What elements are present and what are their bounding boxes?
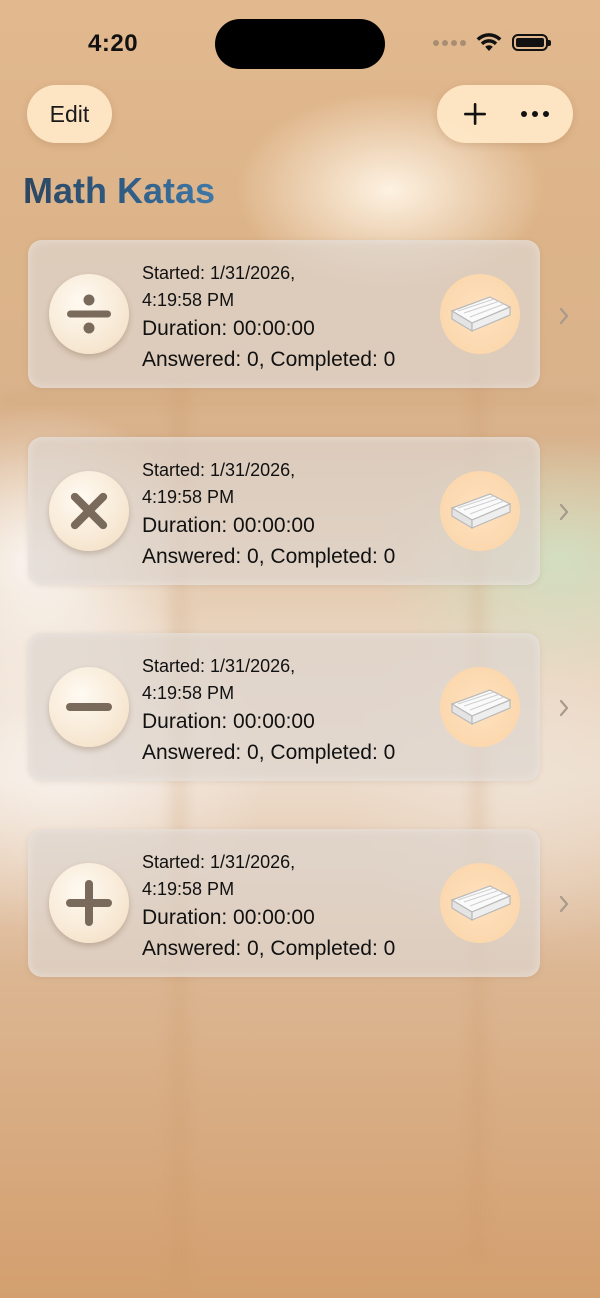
add-button[interactable] xyxy=(450,89,500,139)
session-card-multiplication[interactable]: Started: 1/31/2026, 4:19:58 PM Duration:… xyxy=(28,437,540,585)
session-card-subtraction[interactable]: Started: 1/31/2026, 4:19:58 PM Duration:… xyxy=(28,633,540,781)
duration-label: Duration: 00:00:00 xyxy=(142,710,315,733)
started-time: 4:19:58 PM xyxy=(142,683,235,703)
status-icons xyxy=(433,33,551,52)
cellular-signal-icon xyxy=(433,39,466,46)
battery-icon xyxy=(512,34,551,51)
duration-label: Duration: 00:00:00 xyxy=(142,514,315,537)
edit-button[interactable]: Edit xyxy=(27,85,112,143)
white-belt-icon xyxy=(440,667,520,747)
dynamic-island xyxy=(215,19,385,69)
chevron-right-icon xyxy=(559,503,569,521)
more-button[interactable] xyxy=(510,89,560,139)
started-time: 4:19:58 PM xyxy=(142,879,235,899)
chevron-right-icon xyxy=(559,699,569,717)
started-label: Started: 1/31/2026, xyxy=(142,460,296,480)
white-belt-icon xyxy=(440,471,520,551)
stats-label: Answered: 0, Completed: 0 xyxy=(142,741,396,764)
wifi-icon xyxy=(476,33,502,51)
session-card-addition[interactable]: Started: 1/31/2026, 4:19:58 PM Duration:… xyxy=(28,829,540,977)
stats-label: Answered: 0, Completed: 0 xyxy=(142,545,396,568)
multiplication-icon xyxy=(49,471,129,551)
plus-icon xyxy=(49,863,129,943)
session-card-division[interactable]: Started: 1/31/2026, 4:19:58 PM Duration:… xyxy=(28,240,540,388)
started-time: 4:19:58 PM xyxy=(142,290,235,310)
minus-icon xyxy=(49,667,129,747)
ellipsis-icon xyxy=(521,111,549,117)
chevron-right-icon xyxy=(559,895,569,913)
chevron-right-icon xyxy=(559,307,569,325)
stats-label: Answered: 0, Completed: 0 xyxy=(142,937,396,960)
stats-label: Answered: 0, Completed: 0 xyxy=(142,348,396,371)
page-title: Math Katas xyxy=(23,170,216,211)
started-label: Started: 1/31/2026, xyxy=(142,656,296,676)
started-time: 4:19:58 PM xyxy=(142,487,235,507)
duration-label: Duration: 00:00:00 xyxy=(142,317,315,340)
duration-label: Duration: 00:00:00 xyxy=(142,906,315,929)
started-label: Started: 1/31/2026, xyxy=(142,263,296,283)
status-time: 4:20 xyxy=(88,30,139,57)
division-icon xyxy=(49,274,129,354)
started-label: Started: 1/31/2026, xyxy=(142,852,296,872)
white-belt-icon xyxy=(440,274,520,354)
plus-icon xyxy=(464,103,486,125)
nav-actions xyxy=(437,85,573,143)
white-belt-icon xyxy=(440,863,520,943)
